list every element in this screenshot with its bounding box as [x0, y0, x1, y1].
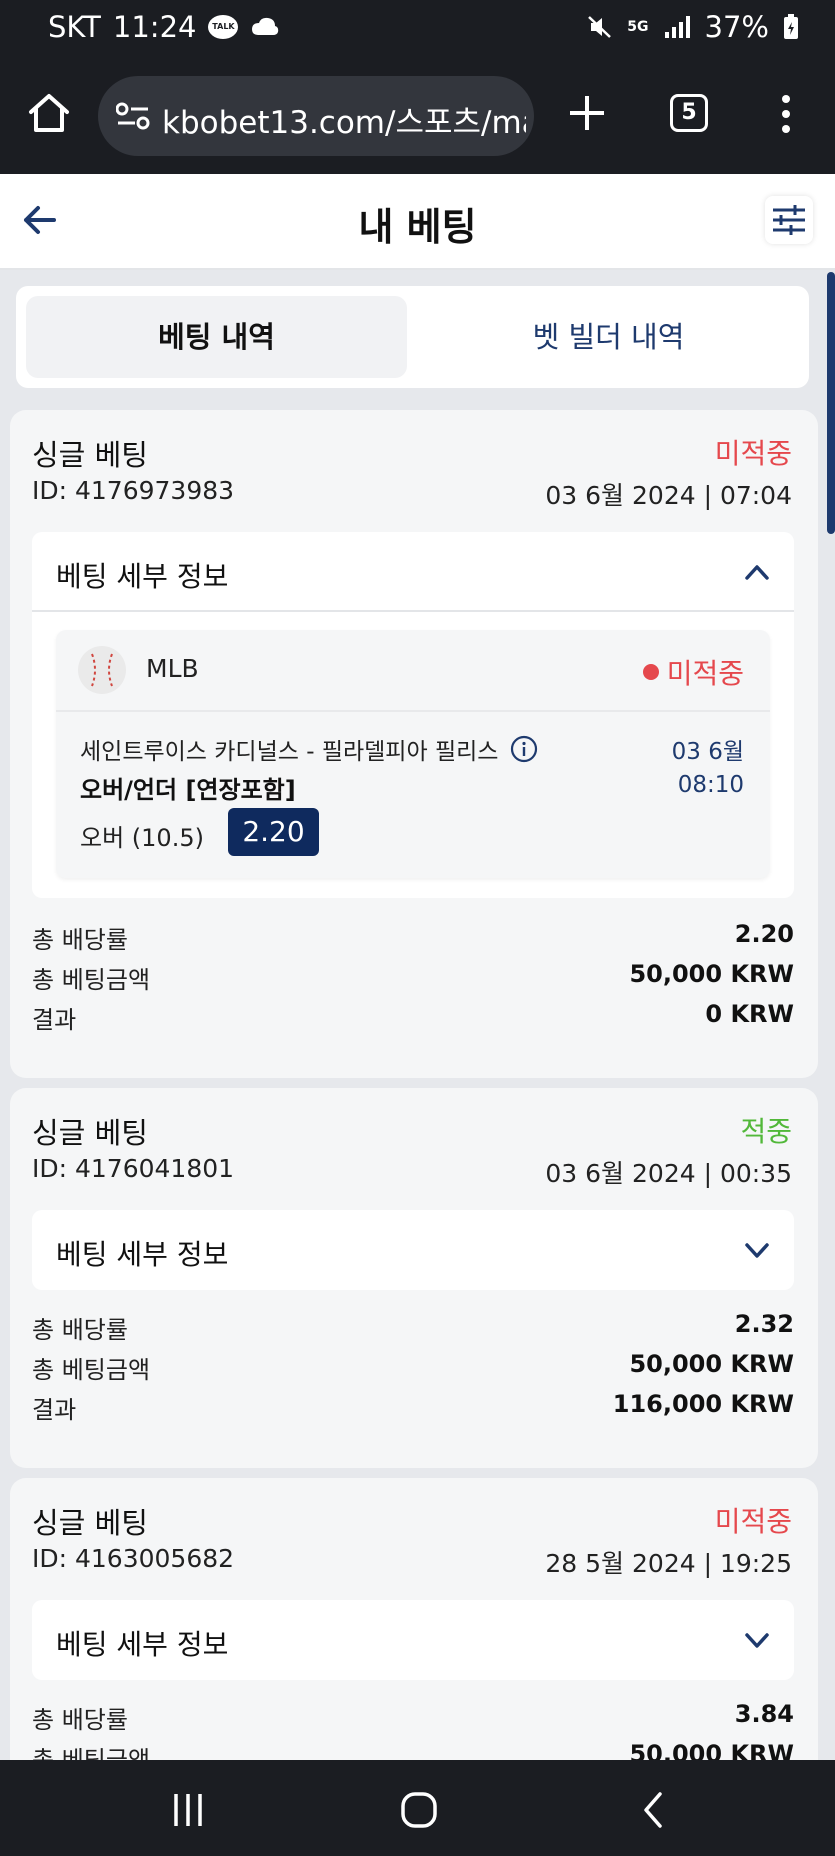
summary-value: 50,000 KRW — [629, 960, 794, 988]
selection-status-label: 미적중 — [666, 657, 744, 690]
info-icon[interactable] — [510, 735, 538, 763]
chevron-up-icon[interactable] — [742, 558, 772, 586]
bet-details-label: 베팅 세부 정보 — [56, 560, 229, 593]
summary-row: 총 베팅금액 50,000 KRW — [32, 1350, 794, 1390]
cloud-icon — [252, 17, 279, 35]
bet-id: ID: 4176041801 — [32, 1154, 235, 1183]
signal-icon — [664, 16, 690, 38]
odds-badge: 2.20 — [228, 808, 319, 856]
match-time: 08:10 — [677, 772, 744, 798]
summary-row: 총 베팅금액 50,000 KRW — [32, 960, 794, 1000]
summary-label: 총 배당률 — [32, 926, 128, 954]
tab-switcher-button[interactable]: 5 — [670, 94, 708, 132]
market-name: 오버/언더 [연장포함] — [80, 776, 296, 804]
mute-icon — [588, 16, 612, 38]
baseball-icon — [78, 646, 126, 694]
selection-card: MLB 미적중 세인트루이스 카디널스 - 필라델피아 필리스 오버/언더 [연… — [56, 630, 770, 878]
chevron-down-icon[interactable] — [742, 1236, 772, 1264]
summary-row: 총 배당률 2.20 — [32, 920, 794, 960]
url-text[interactable]: kbobet13.com/스포츠/ma — [162, 97, 526, 142]
bet-details-label: 베팅 세부 정보 — [56, 1628, 229, 1661]
summary-label: 총 배당률 — [32, 1316, 128, 1344]
scrollbar-thumb[interactable] — [827, 272, 835, 534]
bet-type: 싱글 베팅 — [32, 438, 148, 472]
bet-datetime: 03 6월 2024 | 00:35 — [545, 1159, 792, 1188]
bet-details-panel: 베팅 세부 정보 — [32, 1600, 794, 1680]
system-nav-bar — [0, 1760, 835, 1856]
summary-label: 결과 — [32, 1396, 77, 1424]
tab-bet-history[interactable]: 베팅 내역 — [26, 296, 407, 378]
summary-value: 116,000 KRW — [612, 1390, 794, 1418]
bet-status: 미적중 — [714, 1505, 792, 1538]
network-badge: 5G — [627, 19, 649, 35]
status-dot-icon — [642, 664, 659, 680]
bet-status: 미적중 — [714, 437, 792, 470]
match-name: 세인트루이스 카디널스 - 필라델피아 필리스 — [80, 732, 538, 766]
new-tab-icon[interactable] — [566, 92, 608, 134]
bet-details-label: 베팅 세부 정보 — [56, 1238, 229, 1271]
pick-label: 오버 (10.5) — [80, 824, 204, 852]
bet-card: 싱글 베팅 미적중 ID: 4163005682 28 5월 2024 | 19… — [10, 1478, 818, 1778]
back-nav-icon[interactable] — [634, 1790, 674, 1830]
summary-value: 2.32 — [734, 1310, 794, 1338]
bet-datetime: 03 6월 2024 | 07:04 — [545, 481, 792, 510]
match-date: 03 6월 — [671, 739, 744, 765]
league-name: MLB — [146, 654, 199, 683]
summary-row: 결과 116,000 KRW — [32, 1390, 794, 1430]
bet-datetime: 28 5월 2024 | 19:25 — [545, 1549, 792, 1578]
summary-value: 2.20 — [734, 920, 794, 948]
bet-type: 싱글 베팅 — [32, 1116, 148, 1150]
bet-details-panel: 베팅 세부 정보 — [32, 1210, 794, 1290]
filter-button[interactable] — [765, 196, 813, 244]
kakaotalk-icon: TALK — [208, 15, 239, 39]
bet-type: 싱글 베팅 — [32, 1506, 148, 1540]
summary-label: 총 베팅금액 — [32, 1356, 151, 1384]
bet-details-toggle[interactable]: 베팅 세부 정보 — [32, 532, 794, 612]
tab-bet-builder-history[interactable]: 벳 빌더 내역 — [418, 296, 799, 378]
bet-card: 싱글 베팅 미적중 ID: 4176973983 03 6월 2024 | 07… — [10, 410, 818, 1078]
status-bar: SKT 11:24 TALK 5G 37% — [0, 0, 835, 58]
clock: 11:24 — [112, 10, 197, 44]
summary-label: 결과 — [32, 1006, 77, 1034]
summary-row: 총 배당률 3.84 — [32, 1700, 794, 1740]
home-icon[interactable] — [26, 90, 72, 136]
summary-row: 결과 0 KRW — [32, 1000, 794, 1040]
address-bar[interactable]: kbobet13.com/스포츠/ma — [98, 76, 534, 156]
summary-label: 총 배당률 — [32, 1706, 128, 1734]
site-settings-icon[interactable] — [116, 100, 150, 132]
chevron-down-icon[interactable] — [742, 1626, 772, 1654]
battery-percent: 37% — [704, 10, 769, 44]
bet-details-toggle[interactable]: 베팅 세부 정보 — [32, 1210, 794, 1290]
bet-details-panel: 베팅 세부 정보 MLB 미적중 세인트루이스 카디널스 - 필라델피아 필리스… — [32, 532, 794, 898]
bet-details-toggle[interactable]: 베팅 세부 정보 — [32, 1600, 794, 1680]
page-title: 내 베팅 — [358, 205, 477, 249]
bet-tabs: 베팅 내역 벳 빌더 내역 — [16, 286, 809, 388]
divider — [56, 710, 770, 712]
summary-value: 50,000 KRW — [629, 1350, 794, 1378]
battery-icon — [784, 14, 798, 39]
sliders-icon — [773, 205, 805, 235]
bet-id: ID: 4176973983 — [32, 476, 235, 505]
summary-row: 총 배당률 2.32 — [32, 1310, 794, 1350]
page-header: 내 베팅 — [0, 174, 835, 270]
summary-value: 3.84 — [734, 1700, 794, 1728]
summary-value: 0 KRW — [705, 1000, 794, 1028]
selection-status: 미적중 — [642, 652, 744, 692]
bet-card: 싱글 베팅 적중 ID: 4176041801 03 6월 2024 | 00:… — [10, 1088, 818, 1468]
bet-status: 적중 — [740, 1115, 792, 1148]
match-teams: 세인트루이스 카디널스 - 필라델피아 필리스 — [80, 739, 499, 765]
bet-id: ID: 4163005682 — [32, 1544, 235, 1573]
home-nav-icon[interactable] — [399, 1790, 439, 1830]
more-vert-icon[interactable] — [778, 94, 794, 134]
recent-apps-icon[interactable] — [168, 1790, 208, 1830]
browser-toolbar: kbobet13.com/스포츠/ma 5 — [0, 58, 835, 174]
carrier-label: SKT — [48, 10, 101, 44]
summary-label: 총 베팅금액 — [32, 966, 151, 994]
